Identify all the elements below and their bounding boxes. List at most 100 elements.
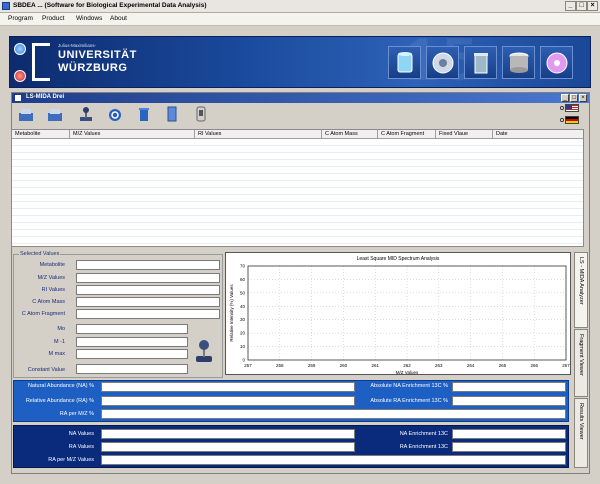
m-max-field[interactable]	[76, 349, 188, 359]
column-header[interactable]: Metabolite	[12, 130, 70, 139]
language-radio-en[interactable]	[560, 106, 564, 110]
child-close-button[interactable]: ×	[579, 94, 587, 102]
child-minimize-button[interactable]: _	[561, 94, 569, 102]
menu-product[interactable]: Product	[42, 15, 64, 22]
child-window-icon	[15, 95, 21, 101]
y-tick-label: 0	[242, 358, 245, 363]
mz-values-field[interactable]	[76, 273, 220, 283]
ra-per-mz-field[interactable]	[101, 409, 566, 419]
ri-values-field[interactable]	[76, 285, 220, 295]
table-row[interactable]	[12, 230, 583, 237]
field-label: Natural Abundance (NA) %	[27, 383, 94, 389]
exit-icon[interactable]	[14, 70, 26, 82]
database-stack-icon[interactable]	[502, 46, 535, 79]
menu-program[interactable]: Program	[8, 15, 33, 22]
x-tick-label: 258	[276, 363, 284, 368]
na-enrichment-field[interactable]	[452, 429, 566, 439]
ra-per-mz-values-field[interactable]	[101, 455, 566, 465]
chart-plot: 257 258 259 260 261 262 263 264 265 266 267 0 10 20 30…	[229, 264, 570, 376]
constant-value-field[interactable]	[76, 364, 188, 374]
table-row[interactable]	[12, 216, 583, 223]
joystick-icon[interactable]	[194, 338, 214, 364]
column-header[interactable]: M/Z Values	[70, 130, 195, 139]
field-label: M -1	[54, 339, 65, 345]
table-row[interactable]	[12, 146, 583, 153]
table-row[interactable]	[12, 181, 583, 188]
database-cylinder-icon[interactable]	[388, 46, 421, 79]
menu-windows[interactable]: Windows	[76, 15, 102, 22]
table-row[interactable]	[12, 202, 583, 209]
column-header[interactable]: C Atom Mass	[322, 130, 378, 139]
flag-en-icon[interactable]	[565, 104, 579, 112]
power-icon[interactable]	[107, 104, 123, 122]
trash-icon[interactable]	[136, 104, 152, 122]
logo-small-text: Julius-Maximilians-	[58, 43, 97, 48]
x-tick-label: 263	[435, 363, 443, 368]
tab-results-viewer[interactable]: Results Viewer	[574, 398, 588, 468]
column-header[interactable]: Fixed Vlaue	[436, 130, 493, 139]
table-row[interactable]	[12, 139, 583, 146]
table-row[interactable]	[12, 237, 583, 244]
minimize-button[interactable]: _	[565, 1, 576, 11]
field-label: Constant Value	[27, 367, 65, 373]
metabolite-field[interactable]	[76, 260, 220, 270]
column-header[interactable]: RI Values	[195, 130, 322, 139]
y-tick-label: 40	[240, 304, 246, 309]
column-icon[interactable]	[164, 104, 180, 122]
x-tick-label: 265	[499, 363, 507, 368]
column-header[interactable]: Date	[493, 130, 583, 139]
field-label: Absolute NA Enrichment 13C %	[370, 383, 448, 389]
tab-ls-mida-analyzer[interactable]: LS - MIDA Analyzer	[574, 252, 588, 328]
table-row[interactable]	[12, 209, 583, 216]
relative-abundance-field[interactable]	[101, 396, 355, 406]
x-tick-label: 267	[562, 363, 570, 368]
table-row[interactable]	[12, 153, 583, 160]
na-values-field[interactable]	[101, 429, 355, 439]
table-row[interactable]	[12, 195, 583, 202]
close-button[interactable]: ×	[587, 1, 598, 11]
field-label: NA Enrichment 13C	[399, 431, 448, 437]
disc-glow-icon[interactable]	[540, 46, 573, 79]
selected-values-legend: Selected Values	[19, 251, 61, 257]
table-row[interactable]	[12, 188, 583, 195]
x-tick-label: 261	[371, 363, 379, 368]
info-icon[interactable]	[14, 43, 26, 55]
table-row[interactable]	[12, 223, 583, 230]
c-atom-mass-field[interactable]	[76, 297, 220, 307]
printer-icon[interactable]	[18, 104, 34, 122]
y-tick-label: 70	[240, 264, 246, 269]
flag-de-icon[interactable]	[565, 116, 579, 124]
tab-fragment-viewer[interactable]: Fragment Viewer	[574, 329, 588, 397]
window-title: SBDEA ... (Software for Biological Exper…	[13, 2, 207, 9]
bin-cylinder-icon[interactable]	[464, 46, 497, 79]
language-radio-de[interactable]	[560, 118, 564, 122]
tab-label: Results Viewer	[578, 403, 584, 440]
table-row[interactable]	[12, 167, 583, 174]
child-restore-button[interactable]: □	[570, 94, 578, 102]
printer-icon[interactable]	[47, 104, 63, 122]
joystick-icon[interactable]	[78, 104, 94, 122]
x-tick-label: 257	[244, 363, 252, 368]
y-tick-label: 30	[240, 317, 246, 322]
metabolite-table[interactable]: Metabolite M/Z Values RI Values C Atom M…	[11, 129, 584, 247]
logo-universitat: UNIVERSITÄT	[58, 49, 137, 61]
ra-values-field[interactable]	[101, 442, 355, 452]
natural-abundance-field[interactable]	[101, 382, 355, 392]
table-row[interactable]	[12, 160, 583, 167]
field-label: Relative Abundance (RA) %	[25, 398, 94, 404]
restore-button[interactable]: □	[576, 1, 587, 11]
mo-field[interactable]	[76, 324, 188, 334]
absolute-na-enrichment-field[interactable]	[452, 382, 566, 392]
absolute-ra-enrichment-field[interactable]	[452, 396, 566, 406]
table-row[interactable]	[12, 174, 583, 181]
field-label: C Atom Fragment	[21, 311, 65, 317]
table-header: Metabolite M/Z Values RI Values C Atom M…	[12, 130, 583, 139]
sensor-icon[interactable]	[193, 104, 209, 122]
menu-about[interactable]: About	[110, 15, 127, 22]
m-minus-1-field[interactable]	[76, 337, 188, 347]
column-header[interactable]: C Atom Fragment	[378, 130, 436, 139]
field-label: Absolute RA Enrichment 13C %	[370, 398, 448, 404]
c-atom-fragment-field[interactable]	[76, 309, 220, 319]
ra-enrichment-field[interactable]	[452, 442, 566, 452]
globe-gear-icon[interactable]	[426, 46, 459, 79]
